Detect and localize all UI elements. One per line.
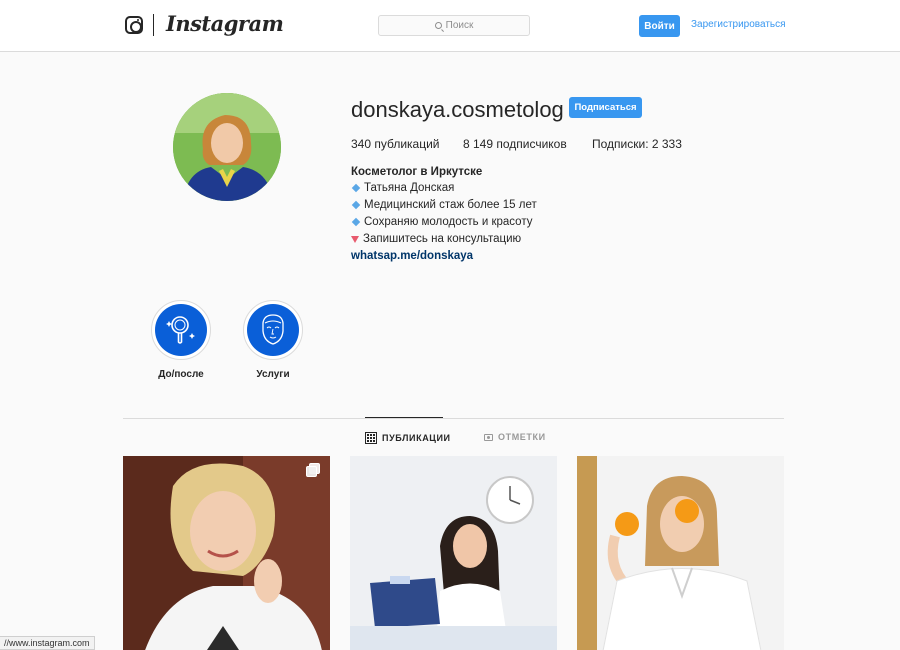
blue-diamond-icon (351, 200, 361, 210)
top-nav-bar: Instagram Поиск Войти Зарегистрироваться (0, 0, 900, 52)
tab-label: ПУБЛИКАЦИИ (382, 433, 451, 443)
profile-username: donskaya.cosmetolog (351, 97, 564, 122)
instagram-wordmark[interactable]: Instagram (166, 11, 284, 36)
blue-diamond-icon (351, 217, 361, 227)
search-icon (434, 22, 442, 29)
face-mask-icon (262, 314, 284, 345)
blue-diamond-icon (351, 183, 361, 193)
highlight-label: До/после (158, 369, 204, 380)
bio-line: Татьяна Донская (351, 182, 454, 194)
bio-line-text: Татьяна Донская (364, 182, 455, 194)
login-button[interactable]: Войти (639, 15, 680, 37)
bio-line: Сохраняю молодость и красоту (351, 216, 532, 228)
tab-posts[interactable]: ПУБЛИКАЦИИ (365, 432, 451, 444)
post-photo (577, 456, 784, 650)
active-tab-indicator (365, 417, 443, 418)
follow-button[interactable]: Подписаться (569, 97, 642, 118)
post-thumbnail[interactable] (123, 456, 330, 650)
following-count[interactable]: Подписки: 2 333 (592, 137, 682, 151)
search-placeholder: Поиск (445, 20, 474, 31)
highlight-cover (247, 304, 299, 356)
highlight-ring (243, 300, 303, 360)
bio-line: Медицинский стаж более 15 лет (351, 199, 537, 211)
grid-icon (365, 432, 377, 444)
bio-line-text: Медицинский стаж более 15 лет (364, 199, 537, 211)
signup-link[interactable]: Зарегистрироваться (691, 19, 786, 30)
post-photo (123, 456, 330, 650)
browser-status-url: //www.instagram.com (0, 636, 95, 650)
tabs-divider (123, 418, 784, 419)
highlight-label: Услуги (256, 369, 290, 380)
posts-count: 340 публикаций (351, 137, 440, 151)
post-thumbnail[interactable] (577, 456, 784, 650)
bio-line-text: Запишитесь на консультацию (363, 233, 522, 245)
tab-label: ОТМЕТКИ (498, 432, 546, 442)
tag-icon (484, 433, 493, 441)
avatar-photo (173, 93, 281, 201)
followers-count[interactable]: 8 149 подписчиков (463, 137, 567, 151)
bio-line: Запишитесь на консультацию (351, 233, 521, 245)
instagram-camera-icon[interactable] (125, 16, 143, 34)
bio-website-link[interactable]: whatsap.me/donskaya (351, 250, 473, 262)
search-input[interactable]: Поиск (378, 15, 530, 36)
highlight-cover (155, 304, 207, 356)
post-thumbnail[interactable] (350, 456, 557, 650)
highlight-ring (151, 300, 211, 360)
profile-avatar[interactable] (173, 93, 281, 201)
post-photo (350, 456, 557, 650)
red-triangle-icon (351, 235, 359, 243)
highlight-before-after[interactable]: До/после (151, 300, 211, 380)
logo-divider (153, 14, 154, 36)
multiple-photos-icon (306, 463, 321, 478)
bio-line-text: Сохраняю молодость и красоту (364, 216, 533, 228)
bio-title: Косметолог в Иркутске (351, 166, 483, 178)
highlight-services[interactable]: Услуги (243, 300, 303, 380)
tab-tagged[interactable]: ОТМЕТКИ (484, 432, 546, 442)
hand-mirror-icon (166, 316, 195, 344)
